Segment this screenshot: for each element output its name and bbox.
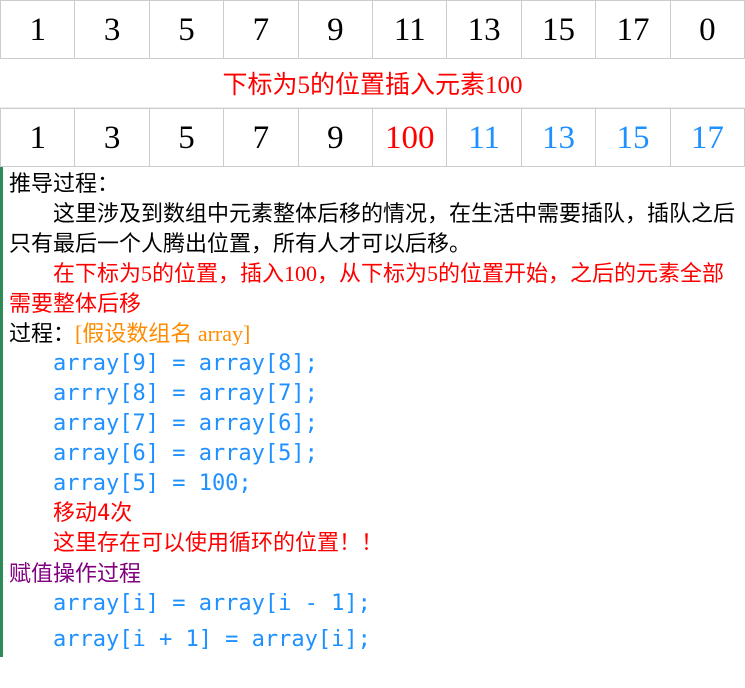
assignment-heading: 赋值操作过程	[9, 559, 739, 589]
loop-hint-line: 这里存在可以使用循环的位置！！	[9, 529, 739, 559]
explanation-highlight: 在下标为5的位置，插入100，从下标为5的位置开始，之后的元素全部需要整体后移	[9, 259, 739, 319]
process-line: 过程：[假设数组名 array]	[9, 319, 739, 349]
code-line: array[5] = 100;	[9, 469, 739, 499]
array-cell: 3	[75, 1, 149, 59]
array-cell: 15	[522, 1, 596, 59]
array-cell: 9	[299, 109, 373, 167]
process-label: 过程：	[9, 321, 75, 346]
array-cell: 11	[373, 1, 447, 59]
array-cell: 1	[1, 1, 75, 59]
array-cell: 17	[596, 1, 670, 59]
array-cell: 17	[671, 109, 745, 167]
array-cell: 9	[299, 1, 373, 59]
code-line: arrry[8] = array[7];	[9, 379, 739, 409]
explanation-paragraph: 这里涉及到数组中元素整体后移的情况，在生活中需要插队，插队之后只有最后一个人腾出…	[9, 199, 739, 259]
array-cell: 13	[447, 1, 521, 59]
code-line: array[i + 1] = array[i];	[9, 625, 739, 655]
array-after: 1 3 5 7 9 100 11 13 15 17	[0, 108, 745, 167]
array-cell: 1	[1, 109, 75, 167]
move-count-line: 移动4次	[9, 499, 739, 529]
process-assumption: [假设数组名 array]	[75, 321, 250, 346]
code-line: array[6] = array[5];	[9, 439, 739, 469]
array-cell: 0	[671, 1, 745, 59]
code-line: array[7] = array[6];	[9, 409, 739, 439]
insert-caption: 下标为5的位置插入元素100	[0, 59, 745, 108]
code-line: array[9] = array[8];	[9, 349, 739, 379]
explanation-block: 推导过程： 这里涉及到数组中元素整体后移的情况，在生活中需要插队，插队之后只有最…	[0, 167, 745, 657]
array-cell: 11	[447, 109, 521, 167]
array-cell: 7	[224, 109, 298, 167]
array-before: 1 3 5 7 9 11 13 15 17 0	[0, 0, 745, 59]
array-cell: 5	[150, 109, 224, 167]
array-cell: 13	[522, 109, 596, 167]
derivation-heading: 推导过程：	[9, 169, 739, 199]
array-cell: 3	[75, 109, 149, 167]
array-cell: 7	[224, 1, 298, 59]
code-line: array[i] = array[i - 1];	[9, 589, 739, 619]
array-cell: 100	[373, 109, 447, 167]
array-cell: 5	[150, 1, 224, 59]
array-cell: 15	[596, 109, 670, 167]
